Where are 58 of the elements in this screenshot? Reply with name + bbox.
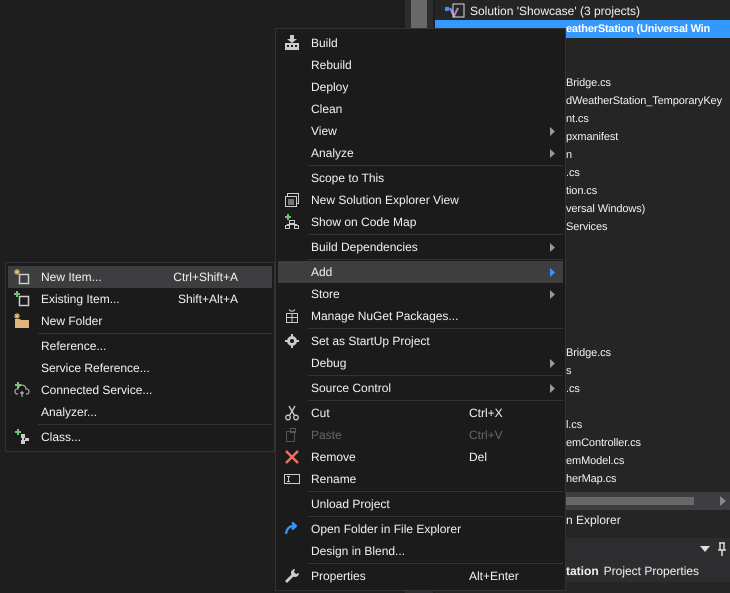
menu-item[interactable]: New Item... Ctrl+Shift+A (8, 266, 272, 288)
menu-item[interactable]: Add (278, 261, 563, 283)
menu-item[interactable]: Class... (8, 426, 272, 448)
menu-item[interactable]: View (278, 120, 563, 142)
submenu-caret-icon (550, 384, 554, 392)
submenu-caret-icon (550, 358, 554, 368)
diagram-icon (284, 214, 300, 230)
tree-item[interactable]: Solution 'Showcase' (3 projects) (470, 2, 640, 20)
folder-icon (14, 313, 30, 329)
submenu-caret-icon (550, 126, 554, 136)
menu-item[interactable]: Set as StartUp Project (278, 330, 563, 352)
build-icon (284, 35, 300, 51)
menu-item[interactable]: Design in Blend... (278, 540, 563, 562)
pin-icon[interactable] (718, 542, 726, 556)
add-item-icon (14, 291, 30, 307)
menu-item[interactable]: Connected Service... (8, 379, 272, 401)
window-list-icon (284, 192, 300, 208)
menu-item[interactable]: New Solution Explorer View (278, 189, 563, 211)
menu-item[interactable]: Deploy (278, 76, 563, 98)
menu-item[interactable]: Existing Item... Shift+Alt+A (8, 288, 272, 310)
scrollbar-thumb[interactable] (566, 497, 694, 505)
new-item-icon (14, 269, 30, 285)
wrench-icon (284, 568, 300, 584)
scissors-icon (284, 405, 300, 421)
menu-item[interactable]: Analyze (278, 142, 563, 164)
dropdown-icon[interactable] (700, 546, 710, 552)
scroll-right-icon[interactable] (720, 496, 726, 506)
menu-item[interactable]: Show on Code Map (278, 211, 563, 233)
menu-item[interactable]: Scope to This (278, 167, 563, 189)
menu-item[interactable]: Rebuild (278, 54, 563, 76)
menu-item[interactable]: Rename (278, 468, 563, 490)
submenu-caret-icon (550, 268, 554, 276)
curved-arrow-icon (284, 521, 300, 537)
menu-item[interactable]: Service Reference... (8, 357, 272, 379)
menu-item[interactable]: Clean (278, 98, 563, 120)
add-class-icon (14, 429, 30, 445)
menu-item[interactable]: Build Dependencies (278, 236, 563, 258)
menu-item[interactable]: Store (278, 283, 563, 305)
solution-icon (445, 3, 465, 19)
menu-item[interactable]: Remove Del (278, 446, 563, 468)
menu-item[interactable]: Debug (278, 352, 563, 374)
menu-item[interactable]: Cut Ctrl+X (278, 402, 563, 424)
package-icon (284, 308, 300, 324)
settings-icon (284, 333, 300, 349)
menu-item[interactable]: Analyzer... (8, 401, 272, 423)
menu-item[interactable]: New Folder (8, 310, 272, 332)
menu-item[interactable]: Source Control (278, 377, 563, 399)
cross-icon (284, 449, 300, 465)
menu-item[interactable]: Properties Alt+Enter (278, 565, 563, 587)
properties-subtitle: Project Properties (604, 564, 700, 578)
menu-item[interactable]: Manage NuGet Packages... (278, 305, 563, 327)
submenu-caret-icon (550, 290, 554, 298)
menu-item[interactable]: Reference... (8, 335, 272, 357)
submenu-caret-icon (550, 148, 554, 158)
submenu-caret-icon (550, 242, 554, 252)
text-cursor-icon (284, 471, 300, 487)
cloud-plug-icon (14, 382, 30, 398)
properties-title: tation (566, 564, 599, 578)
